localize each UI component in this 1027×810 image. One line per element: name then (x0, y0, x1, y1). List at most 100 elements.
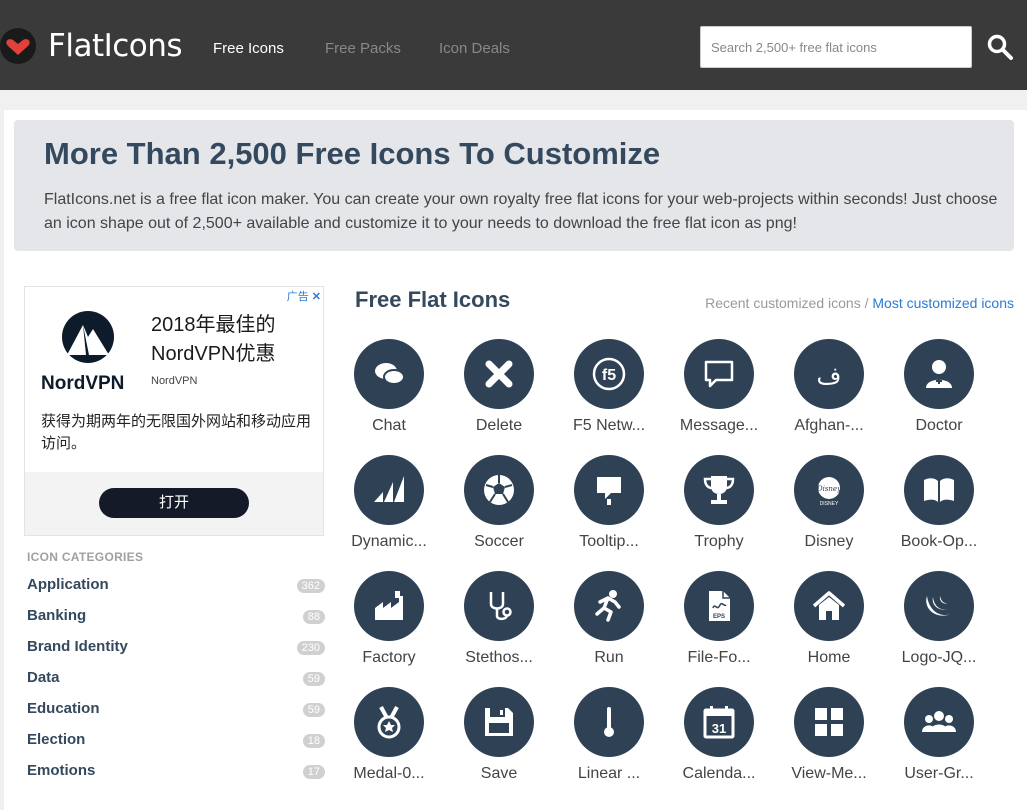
search-icon[interactable] (986, 33, 1014, 61)
icon-card[interactable]: Message... (669, 339, 769, 451)
category-name[interactable]: Emotions (27, 762, 95, 779)
icon-card[interactable]: Tooltip... (559, 455, 659, 567)
category-item[interactable]: Emotions 17 (27, 762, 325, 786)
category-item[interactable]: Election 18 (27, 731, 325, 755)
icon-card[interactable]: Book-Op... (889, 455, 989, 567)
book-icon[interactable] (904, 455, 974, 525)
users-icon[interactable] (904, 687, 974, 757)
icon-card[interactable]: Save (449, 687, 549, 799)
icon-label[interactable]: Afghan-... (769, 417, 889, 435)
icon-card[interactable]: Dynamic... (339, 455, 439, 567)
icon-card[interactable]: User-Gr... (889, 687, 989, 799)
calendar-icon[interactable]: 31 (684, 687, 754, 757)
icon-card[interactable]: 31 Calenda... (669, 687, 769, 799)
logo-heart-icon[interactable] (0, 28, 36, 64)
icon-label[interactable]: Delete (439, 417, 559, 435)
logo-text[interactable]: FlatIcons (48, 28, 183, 64)
category-name[interactable]: Brand Identity (27, 638, 128, 655)
icon-label[interactable]: Factory (329, 649, 449, 667)
category-item[interactable]: Application 362 (27, 576, 325, 600)
category-count-badge: 17 (302, 765, 325, 779)
category-name[interactable]: Banking (27, 607, 86, 624)
sort-most-link[interactable]: Most customized icons (872, 295, 1014, 311)
run-icon[interactable] (574, 571, 644, 641)
icon-label[interactable]: Run (549, 649, 669, 667)
icon-card[interactable]: Delete (449, 339, 549, 451)
icon-label[interactable]: Linear ... (549, 765, 669, 783)
message-icon[interactable] (684, 339, 754, 409)
category-item[interactable]: Education 59 (27, 700, 325, 724)
ad-headline[interactable]: 2018年最佳的NordVPN优惠 (151, 311, 321, 369)
icon-label[interactable]: View-Me... (769, 765, 889, 783)
nav-icon-deals[interactable]: Icon Deals (439, 40, 510, 57)
icon-card[interactable]: Trophy (669, 455, 769, 567)
tooltip-icon[interactable] (574, 455, 644, 525)
icon-label[interactable]: Calenda... (659, 765, 779, 783)
nav-free-packs[interactable]: Free Packs (325, 40, 401, 57)
icon-label[interactable]: Doctor (879, 417, 999, 435)
trophy-icon[interactable] (684, 455, 754, 525)
icon-label[interactable]: File-Fo... (659, 649, 779, 667)
grid-icon[interactable] (794, 687, 864, 757)
icon-card[interactable]: Stethos... (449, 571, 549, 683)
icon-card[interactable]: Logo-JQ... (889, 571, 989, 683)
sort-recent-link[interactable]: Recent customized icons (705, 295, 861, 311)
icon-label[interactable]: Trophy (659, 533, 779, 551)
icon-card[interactable]: View-Me... (779, 687, 879, 799)
medal-icon[interactable] (354, 687, 424, 757)
icon-label[interactable]: Soccer (439, 533, 559, 551)
icon-card[interactable]: EPS File-Fo... (669, 571, 769, 683)
icon-card[interactable]: Linear ... (559, 687, 659, 799)
icon-card[interactable]: Run (559, 571, 659, 683)
category-name[interactable]: Data (27, 669, 60, 686)
icon-card[interactable]: Medal-0... (339, 687, 439, 799)
file-icon[interactable]: EPS (684, 571, 754, 641)
icon-label[interactable]: Message... (659, 417, 779, 435)
search-input[interactable] (700, 26, 972, 68)
stethoscope-icon[interactable] (464, 571, 534, 641)
icon-label[interactable]: Medal-0... (329, 765, 449, 783)
delete-icon[interactable] (464, 339, 534, 409)
icon-label[interactable]: F5 Netw... (549, 417, 669, 435)
icon-card[interactable]: Factory (339, 571, 439, 683)
category-item[interactable]: Data 59 (27, 669, 325, 693)
category-name[interactable]: Election (27, 731, 85, 748)
icon-label[interactable]: Chat (329, 417, 449, 435)
thermometer-icon[interactable] (574, 687, 644, 757)
ad-choices-label[interactable]: 广告 ✕ (287, 288, 321, 304)
icon-label[interactable]: Save (439, 765, 559, 783)
dynamics-icon[interactable] (354, 455, 424, 525)
icon-label[interactable]: Dynamic... (329, 533, 449, 551)
disney-icon[interactable]: Disney DISNEY (794, 455, 864, 525)
factory-icon[interactable] (354, 571, 424, 641)
icon-card[interactable]: ف Afghan-... (779, 339, 879, 451)
category-item[interactable]: Brand Identity 230 (27, 638, 325, 662)
icon-card[interactable]: Home (779, 571, 879, 683)
doctor-icon[interactable] (904, 339, 974, 409)
icon-label[interactable]: Stethos... (439, 649, 559, 667)
icon-card[interactable]: Disney DISNEY Disney (779, 455, 879, 567)
icon-label[interactable]: Disney (769, 533, 889, 551)
soccer-icon[interactable] (464, 455, 534, 525)
icon-card[interactable]: f5 F5 Netw... (559, 339, 659, 451)
advertisement[interactable]: 广告 ✕ NordVPN 2018年最佳的NordVPN优惠 NordVPN 获… (24, 286, 324, 536)
afghani-icon[interactable]: ف (794, 339, 864, 409)
save-icon[interactable] (464, 687, 534, 757)
icon-card[interactable]: Soccer (449, 455, 549, 567)
icon-label[interactable]: Logo-JQ... (879, 649, 999, 667)
icon-label[interactable]: Home (769, 649, 889, 667)
icon-card[interactable]: Doctor (889, 339, 989, 451)
category-name[interactable]: Application (27, 576, 109, 593)
ad-open-button[interactable]: 打开 (99, 488, 249, 518)
icon-label[interactable]: User-Gr... (879, 765, 999, 783)
category-name[interactable]: Education (27, 700, 100, 717)
nav-free-icons[interactable]: Free Icons (213, 40, 284, 57)
category-item[interactable]: Banking 88 (27, 607, 325, 631)
home-icon[interactable] (794, 571, 864, 641)
f5-icon[interactable]: f5 (574, 339, 644, 409)
icon-label[interactable]: Book-Op... (879, 533, 999, 551)
jquery-icon[interactable] (904, 571, 974, 641)
icon-label[interactable]: Tooltip... (549, 533, 669, 551)
icon-card[interactable]: Chat (339, 339, 439, 451)
chat-icon[interactable] (354, 339, 424, 409)
